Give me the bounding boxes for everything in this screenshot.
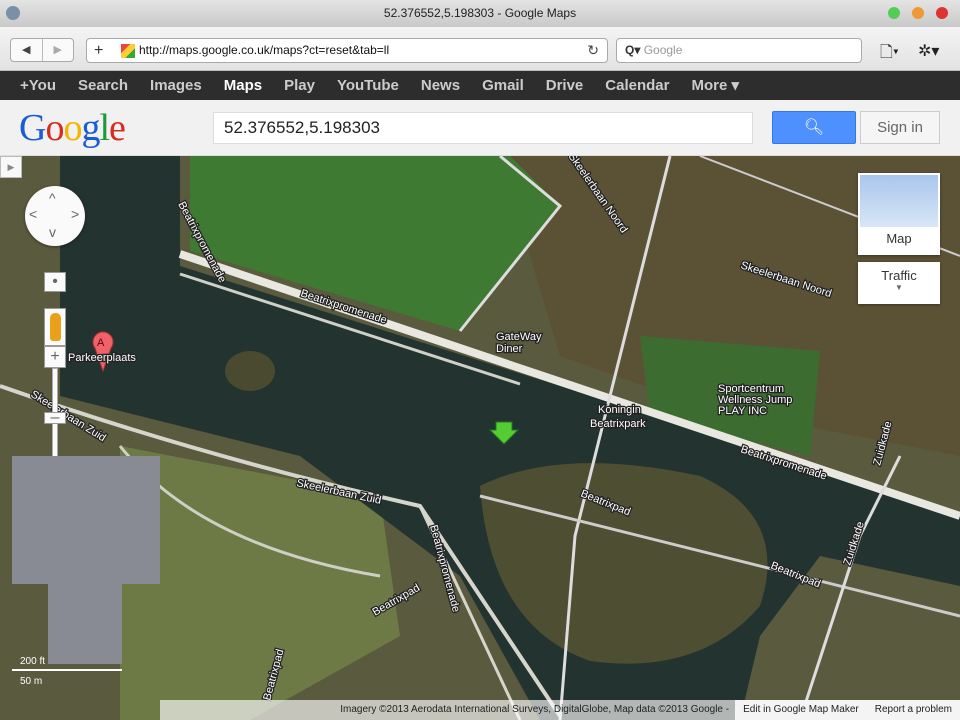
scale-m: 50 m <box>20 676 43 687</box>
zoom-in-button[interactable]: + <box>44 346 66 368</box>
pixelated-overlay <box>48 584 122 664</box>
gbar-calendar[interactable]: Calendar <box>605 71 669 100</box>
close-button[interactable] <box>936 7 948 19</box>
search-icon: 🔍︎ <box>803 119 825 136</box>
minimize-button[interactable] <box>912 7 924 19</box>
pan-down-icon[interactable]: v <box>49 224 56 240</box>
gbar-you[interactable]: +You <box>20 71 56 100</box>
street-view-pegman-icon[interactable] <box>44 308 66 346</box>
gbar-youtube[interactable]: YouTube <box>337 71 399 100</box>
search-button[interactable]: 🔍︎ <box>772 111 856 144</box>
pan-right-icon[interactable]: > <box>71 206 79 222</box>
maps-search-input[interactable]: 52.376552,5.198303 <box>213 112 753 144</box>
url-bar[interactable]: + http://maps.google.co.uk/maps?ct=reset… <box>86 38 608 63</box>
pixelated-overlay <box>12 456 160 584</box>
report-problem-link[interactable]: Report a problem <box>866 700 960 720</box>
map-canvas[interactable]: Beatrixpromenade Beatrixpromenade Beatri… <box>0 156 960 720</box>
gbar-more[interactable]: More ▾ <box>691 71 739 100</box>
app-icon <box>6 6 20 20</box>
marker-label[interactable]: Parkeerplaats <box>67 351 138 366</box>
pan-left-icon[interactable]: < <box>29 206 37 222</box>
gbar-maps[interactable]: Maps <box>224 71 262 100</box>
google-logo[interactable]: Google <box>19 106 126 150</box>
park-label[interactable]: Beatrixpark <box>589 417 648 432</box>
map-type-button[interactable]: Map <box>858 173 940 255</box>
gbar-drive[interactable]: Drive <box>546 71 584 100</box>
browser-toolbar: ◀ ▶ + http://maps.google.co.uk/maps?ct=r… <box>0 27 960 71</box>
map-type-label: Map <box>886 231 912 246</box>
traffic-button[interactable]: Traffic ▼ <box>858 262 940 304</box>
search-placeholder: Google <box>643 43 683 57</box>
park-label[interactable]: Koningin <box>597 403 642 418</box>
page-menu-icon[interactable]: 🗋▾ <box>880 41 899 68</box>
poi-label[interactable]: GateWay <box>495 330 543 345</box>
poi-label[interactable]: PLAY INC <box>717 404 769 419</box>
attribution-text: Imagery ©2013 Aerodata International Sur… <box>160 700 736 720</box>
gbar-search[interactable]: Search <box>78 71 128 100</box>
add-bookmark-button[interactable]: + <box>94 39 103 62</box>
pan-control[interactable]: ^ < > v <box>25 186 85 246</box>
edit-map-maker-link[interactable]: Edit in Google Map Maker <box>735 700 867 720</box>
traffic-label: Traffic <box>881 268 917 283</box>
zoom-slider-handle[interactable]: – <box>44 410 66 426</box>
favicon-icon <box>121 44 135 58</box>
scale-bar: 200 ft 50 m <box>12 656 122 688</box>
window-titlebar: 52.376552,5.198303 - Google Maps <box>0 0 960 27</box>
marker-letter: A <box>97 337 105 349</box>
scale-ft: 200 ft <box>20 656 46 667</box>
maximize-button[interactable] <box>888 7 900 19</box>
gbar-news[interactable]: News <box>421 71 460 100</box>
sign-in-button[interactable]: Sign in <box>860 111 940 144</box>
map-footer: Imagery ©2013 Aerodata International Sur… <box>160 700 960 720</box>
side-panel-toggle[interactable]: ▶ <box>0 156 22 178</box>
map-thumbnail <box>860 175 938 227</box>
search-icon: Q▾ <box>625 43 644 57</box>
chevron-down-icon: ▼ <box>895 283 903 292</box>
window-title: 52.376552,5.198303 - Google Maps <box>383 6 577 20</box>
reload-button[interactable]: ↻ <box>587 39 599 62</box>
gbar-gmail[interactable]: Gmail <box>482 71 524 100</box>
nav-buttons: ◀ ▶ <box>10 38 74 62</box>
back-button[interactable]: ◀ <box>11 39 42 61</box>
poi-label[interactable]: Diner <box>495 342 524 357</box>
reset-view-button[interactable]: • <box>44 272 66 292</box>
pan-up-icon[interactable]: ^ <box>49 190 56 206</box>
gbar-play[interactable]: Play <box>284 71 315 100</box>
google-bar: +You Search Images Maps Play YouTube New… <box>0 71 960 100</box>
satellite-imagery: Beatrixpromenade Beatrixpromenade Beatri… <box>0 156 960 720</box>
forward-button[interactable]: ▶ <box>41 39 74 61</box>
gear-icon[interactable]: ✲▾ <box>918 41 939 61</box>
url-text[interactable]: http://maps.google.co.uk/maps?ct=reset&t… <box>139 39 389 62</box>
gbar-images[interactable]: Images <box>150 71 202 100</box>
browser-search-input[interactable]: Q▾ Google <box>616 38 862 63</box>
maps-header: Google 52.376552,5.198303 🔍︎ Sign in <box>0 100 960 156</box>
